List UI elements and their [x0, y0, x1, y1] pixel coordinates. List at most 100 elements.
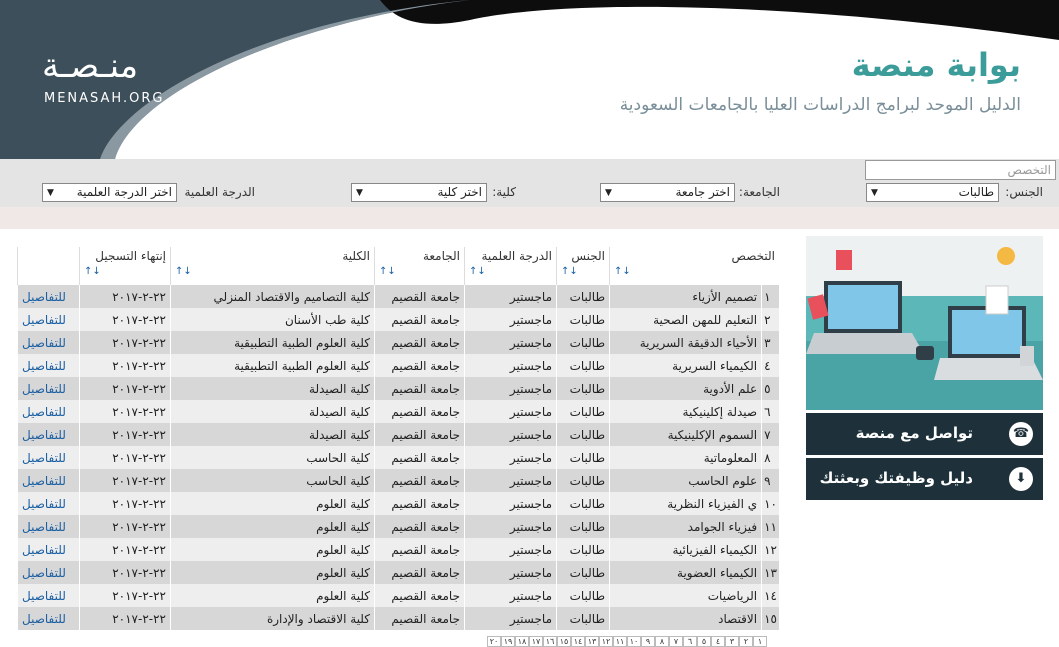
details-link[interactable]: للتفاصيل — [17, 607, 80, 630]
page-link[interactable]: ١٥ — [557, 636, 571, 647]
dropdown-arrow-icon: ▼ — [871, 188, 878, 198]
page-link[interactable]: ٥ — [697, 636, 711, 647]
page-link[interactable]: ٢ — [739, 636, 753, 647]
page-link[interactable]: ٤ — [711, 636, 725, 647]
page-link[interactable]: ٣ — [725, 636, 739, 647]
college-cell: كلية العلوم الطبية التطبيقية — [170, 331, 375, 354]
details-link[interactable]: للتفاصيل — [17, 354, 80, 377]
details-link[interactable]: للتفاصيل — [17, 331, 80, 354]
university-cell: جامعة القصيم — [374, 377, 465, 400]
sort-icon[interactable]: ↓↑ — [379, 266, 460, 277]
table-row[interactable]: ١١ فيزياء الجوامد طالبات ماجستير جامعة القصي… — [17, 515, 779, 538]
college-cell: كلية طب الأسنان — [170, 308, 375, 331]
page-link[interactable]: ١٧ — [529, 636, 543, 647]
page-link[interactable]: ٦ — [683, 636, 697, 647]
contact-menasah-button[interactable]: تواصل مع منصة ☎ — [806, 413, 1043, 455]
college-select[interactable]: اختر كلية ▼ — [351, 183, 487, 202]
degree-select[interactable]: اختر الدرجة العلمية ▼ — [42, 183, 177, 202]
column-header-deadline[interactable]: إنتهاء التسجيل ↓↑ — [79, 247, 171, 285]
university-cell: جامعة القصيم — [374, 400, 465, 423]
degree-cell: ماجستير — [464, 538, 557, 561]
deadline-cell: ٢٢-٢-٢٠١٧ — [79, 423, 171, 446]
row-number: ٣ — [761, 331, 779, 354]
details-link[interactable]: للتفاصيل — [17, 423, 80, 446]
page-link[interactable]: ٧ — [669, 636, 683, 647]
gender-cell: طالبات — [556, 492, 610, 515]
page-link[interactable]: ٨ — [655, 636, 669, 647]
details-link[interactable]: للتفاصيل — [17, 561, 80, 584]
university-cell: جامعة القصيم — [374, 492, 465, 515]
page-link[interactable]: ١٩ — [501, 636, 515, 647]
table-row[interactable]: ٦ صيدلة إكلينيكية طالبات ماجستير جامعة القصي… — [17, 400, 779, 423]
details-link[interactable]: للتفاصيل — [17, 285, 80, 308]
college-label: كلية: — [492, 185, 516, 199]
sort-icon[interactable]: ↓↑ — [469, 266, 552, 277]
page-link[interactable]: ٩ — [641, 636, 655, 647]
column-header-university[interactable]: الجامعة ↓↑ — [374, 247, 465, 285]
table-row[interactable]: ٨ المعلوماتية طالبات ماجستير جامعة القصيم كلي… — [17, 446, 779, 469]
details-link[interactable]: للتفاصيل — [17, 538, 80, 561]
university-select[interactable]: اختر جامعة ▼ — [600, 183, 735, 202]
table-row[interactable]: ١٥ الاقتصاد طالبات ماجستير جامعة القصيم كلية … — [17, 607, 779, 630]
deadline-cell: ٢٢-٢-٢٠١٧ — [79, 607, 171, 630]
dropdown-arrow-icon: ▼ — [47, 188, 54, 198]
page-link[interactable]: ١٢ — [599, 636, 613, 647]
page-link[interactable]: ١ — [753, 636, 767, 647]
row-number: ٩ — [761, 469, 779, 492]
college-cell: كلية الاقتصاد والإدارة — [170, 607, 375, 630]
logo-arabic[interactable]: منـصـة — [42, 46, 138, 86]
table-row[interactable]: ٧ السموم الإكلينيكية طالبات ماجستير جامعة ال… — [17, 423, 779, 446]
column-header-degree[interactable]: الدرجة العلمية ↓↑ — [464, 247, 557, 285]
gender-select[interactable]: طالبات ▼ — [866, 183, 999, 202]
page-link[interactable]: ١٨ — [515, 636, 529, 647]
page-link[interactable]: ١٦ — [543, 636, 557, 647]
sort-icon[interactable]: ↓↑ — [561, 266, 605, 277]
degree-cell: ماجستير — [464, 354, 557, 377]
page-link[interactable]: ١١ — [613, 636, 627, 647]
details-link[interactable]: للتفاصيل — [17, 377, 80, 400]
college-cell: كلية العلوم الطبية التطبيقية — [170, 354, 375, 377]
details-link[interactable]: للتفاصيل — [17, 400, 80, 423]
table-row[interactable]: ٣ الأحياء الدقيقة السريرية طالبات ماجستير جا… — [17, 331, 779, 354]
table-row[interactable]: ١٢ الكيمياء الفيزيائية طالبات ماجستير جامعة … — [17, 538, 779, 561]
table-row[interactable]: ١٣ الكيمياء العضوية طالبات ماجستير جامعة الق… — [17, 561, 779, 584]
logo-english[interactable]: MENASAH.ORG — [44, 91, 164, 106]
specialty-search-input[interactable]: التخصص — [865, 160, 1056, 180]
table-row[interactable]: ٩ علوم الحاسب طالبات ماجستير جامعة القصيم كلي… — [17, 469, 779, 492]
gender-cell: طالبات — [556, 331, 610, 354]
page-link[interactable]: ٢٠ — [487, 636, 501, 647]
sort-icon[interactable]: ↓↑ — [614, 266, 775, 277]
details-link[interactable]: للتفاصيل — [17, 492, 80, 515]
page-link[interactable]: ١٠ — [627, 636, 641, 647]
details-link[interactable]: للتفاصيل — [17, 584, 80, 607]
table-row[interactable]: ١٠ ي الفيزياء النظرية طالبات ماجستير جامعة ا… — [17, 492, 779, 515]
table-row[interactable]: ٤ الكيمياء السريرية طالبات ماجستير جامعة الق… — [17, 354, 779, 377]
table-row[interactable]: ١٤ الرياضيات طالبات ماجستير جامعة القصيم كلية… — [17, 584, 779, 607]
career-guide-button[interactable]: دليل وظيفتك وبعثتك ⬇ — [806, 458, 1043, 500]
page-link[interactable]: ١٤ — [571, 636, 585, 647]
row-number: ٢ — [761, 308, 779, 331]
table-row[interactable]: ٢ التعليم للمهن الصحية طالبات ماجستير جامعة … — [17, 308, 779, 331]
column-header-college[interactable]: الكلية ↓↑ — [170, 247, 375, 285]
details-link[interactable]: للتفاصيل — [17, 446, 80, 469]
filter-bar: التخصص الجنس: طالبات ▼ الجامعة: اختر جام… — [0, 159, 1059, 207]
gender-cell: طالبات — [556, 538, 610, 561]
row-number: ١٤ — [761, 584, 779, 607]
table-row[interactable]: ٥ علم الأدوية طالبات ماجستير جامعة القصيم كلي… — [17, 377, 779, 400]
column-header-major[interactable]: التخصص ↓↑ — [609, 247, 779, 285]
table-row[interactable]: ١ تصميم الأزياء طالبات ماجستير جامعة القصيم ك… — [17, 285, 779, 308]
details-link[interactable]: للتفاصيل — [17, 469, 80, 492]
degree-cell: ماجستير — [464, 607, 557, 630]
details-link[interactable]: للتفاصيل — [17, 515, 80, 538]
deadline-cell: ٢٢-٢-٢٠١٧ — [79, 469, 171, 492]
sort-icon[interactable]: ↓↑ — [84, 266, 166, 277]
page-link[interactable]: ١٣ — [585, 636, 599, 647]
sort-icon[interactable]: ↓↑ — [175, 266, 370, 277]
row-number: ٤ — [761, 354, 779, 377]
deadline-cell: ٢٢-٢-٢٠١٧ — [79, 331, 171, 354]
details-link[interactable]: للتفاصيل — [17, 308, 80, 331]
page-subtitle: الدليل الموحد لبرامج الدراسات العليا بال… — [619, 95, 1021, 115]
column-header-gender[interactable]: الجنس ↓↑ — [556, 247, 610, 285]
dropdown-arrow-icon: ▼ — [605, 188, 612, 198]
laptops-illustration — [806, 236, 1043, 410]
